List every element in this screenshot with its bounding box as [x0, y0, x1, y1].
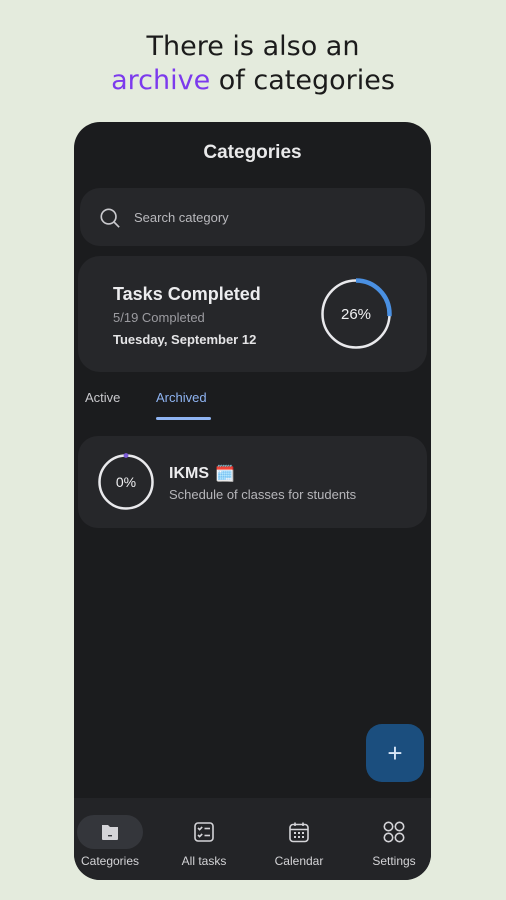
category-name: IKMS 🗓️	[169, 464, 235, 484]
nav-item-calendar[interactable]: Calendar	[263, 798, 335, 880]
bottom-nav: Categories All tasks Calendar Settings	[74, 798, 431, 880]
tab-archived[interactable]: Archived	[156, 390, 207, 405]
headline-line1: There is also an	[146, 31, 360, 62]
category-name-text: IKMS	[169, 465, 209, 482]
checklist-icon	[194, 822, 214, 842]
tab-active[interactable]: Active	[85, 390, 120, 405]
headline: There is also an archive of categories	[0, 30, 506, 98]
search-icon	[100, 208, 120, 228]
summary-percent: 26%	[340, 305, 372, 323]
search-bar[interactable]	[80, 188, 425, 246]
search-input[interactable]	[134, 207, 404, 227]
calendar-icon	[289, 822, 309, 843]
nav-label-categories: Categories	[80, 854, 140, 868]
category-description: Schedule of classes for students	[169, 487, 357, 502]
nav-label-all-tasks: All tasks	[181, 854, 227, 868]
summary-count: 5/19 Completed	[113, 310, 205, 325]
headline-rest: of categories	[210, 65, 395, 96]
headline-accent: archive	[111, 65, 211, 96]
settings-grid-icon	[383, 821, 405, 843]
nav-item-all-tasks[interactable]: All tasks	[168, 798, 240, 880]
nav-label-settings: Settings	[372, 854, 416, 868]
summary-date: Tuesday, September 12	[113, 332, 257, 347]
categories-icon	[102, 825, 118, 840]
tab-archived-indicator	[156, 417, 211, 420]
nav-item-categories[interactable]: Categories	[74, 798, 146, 880]
add-category-button[interactable]: +	[366, 724, 424, 782]
phone-screen: Categories Tasks Completed 5/19 Complete…	[74, 122, 431, 880]
tasks-summary-card: Tasks Completed 5/19 Completed Tuesday, …	[78, 256, 427, 372]
nav-item-settings[interactable]: Settings	[358, 798, 430, 880]
nav-label-calendar: Calendar	[274, 854, 324, 868]
summary-progress-ring: 26%	[319, 277, 393, 351]
category-card-ikms[interactable]: 0% IKMS 🗓️ Schedule of classes for stude…	[78, 436, 427, 528]
category-percent: 0%	[115, 474, 137, 490]
headline-line2: archive of categories	[0, 64, 506, 98]
summary-title: Tasks Completed	[113, 284, 261, 304]
page-title: Categories	[203, 142, 302, 163]
category-progress-ring: 0%	[97, 453, 155, 511]
calendar-emoji-icon: 🗓️	[215, 466, 235, 483]
